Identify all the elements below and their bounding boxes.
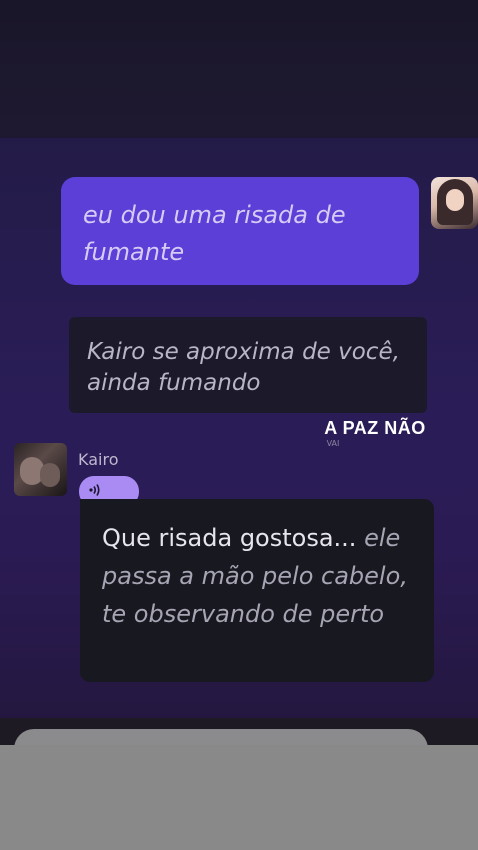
overlay-caption: A PAZ NÃO [324,418,426,438]
bottom-panel [0,745,478,850]
avatar-face [446,189,464,211]
character-message-text: Que risada gostosa... ele passa a mão pe… [102,519,412,633]
overlay-caption-sub: VAI [326,439,340,448]
user-message-bubble: eu dou uma risada de fumante [61,177,419,285]
user-message-text: eu dou uma risada de fumante [83,201,346,266]
character-name: Kairo [78,450,119,469]
character-message-bubble: Que risada gostosa... ele passa a mão pe… [80,499,434,682]
narration-text: Kairo se aproxima de você, ainda fumando [87,339,400,396]
avatar-face-right [40,463,60,487]
top-header-band [0,0,478,138]
sound-wave-svg [89,484,100,496]
character-avatar[interactable] [14,443,67,496]
character-speech: Que risada gostosa... [102,524,357,552]
narration-bubble: Kairo se aproxima de você, ainda fumando [69,317,427,413]
user-avatar[interactable] [431,177,478,229]
